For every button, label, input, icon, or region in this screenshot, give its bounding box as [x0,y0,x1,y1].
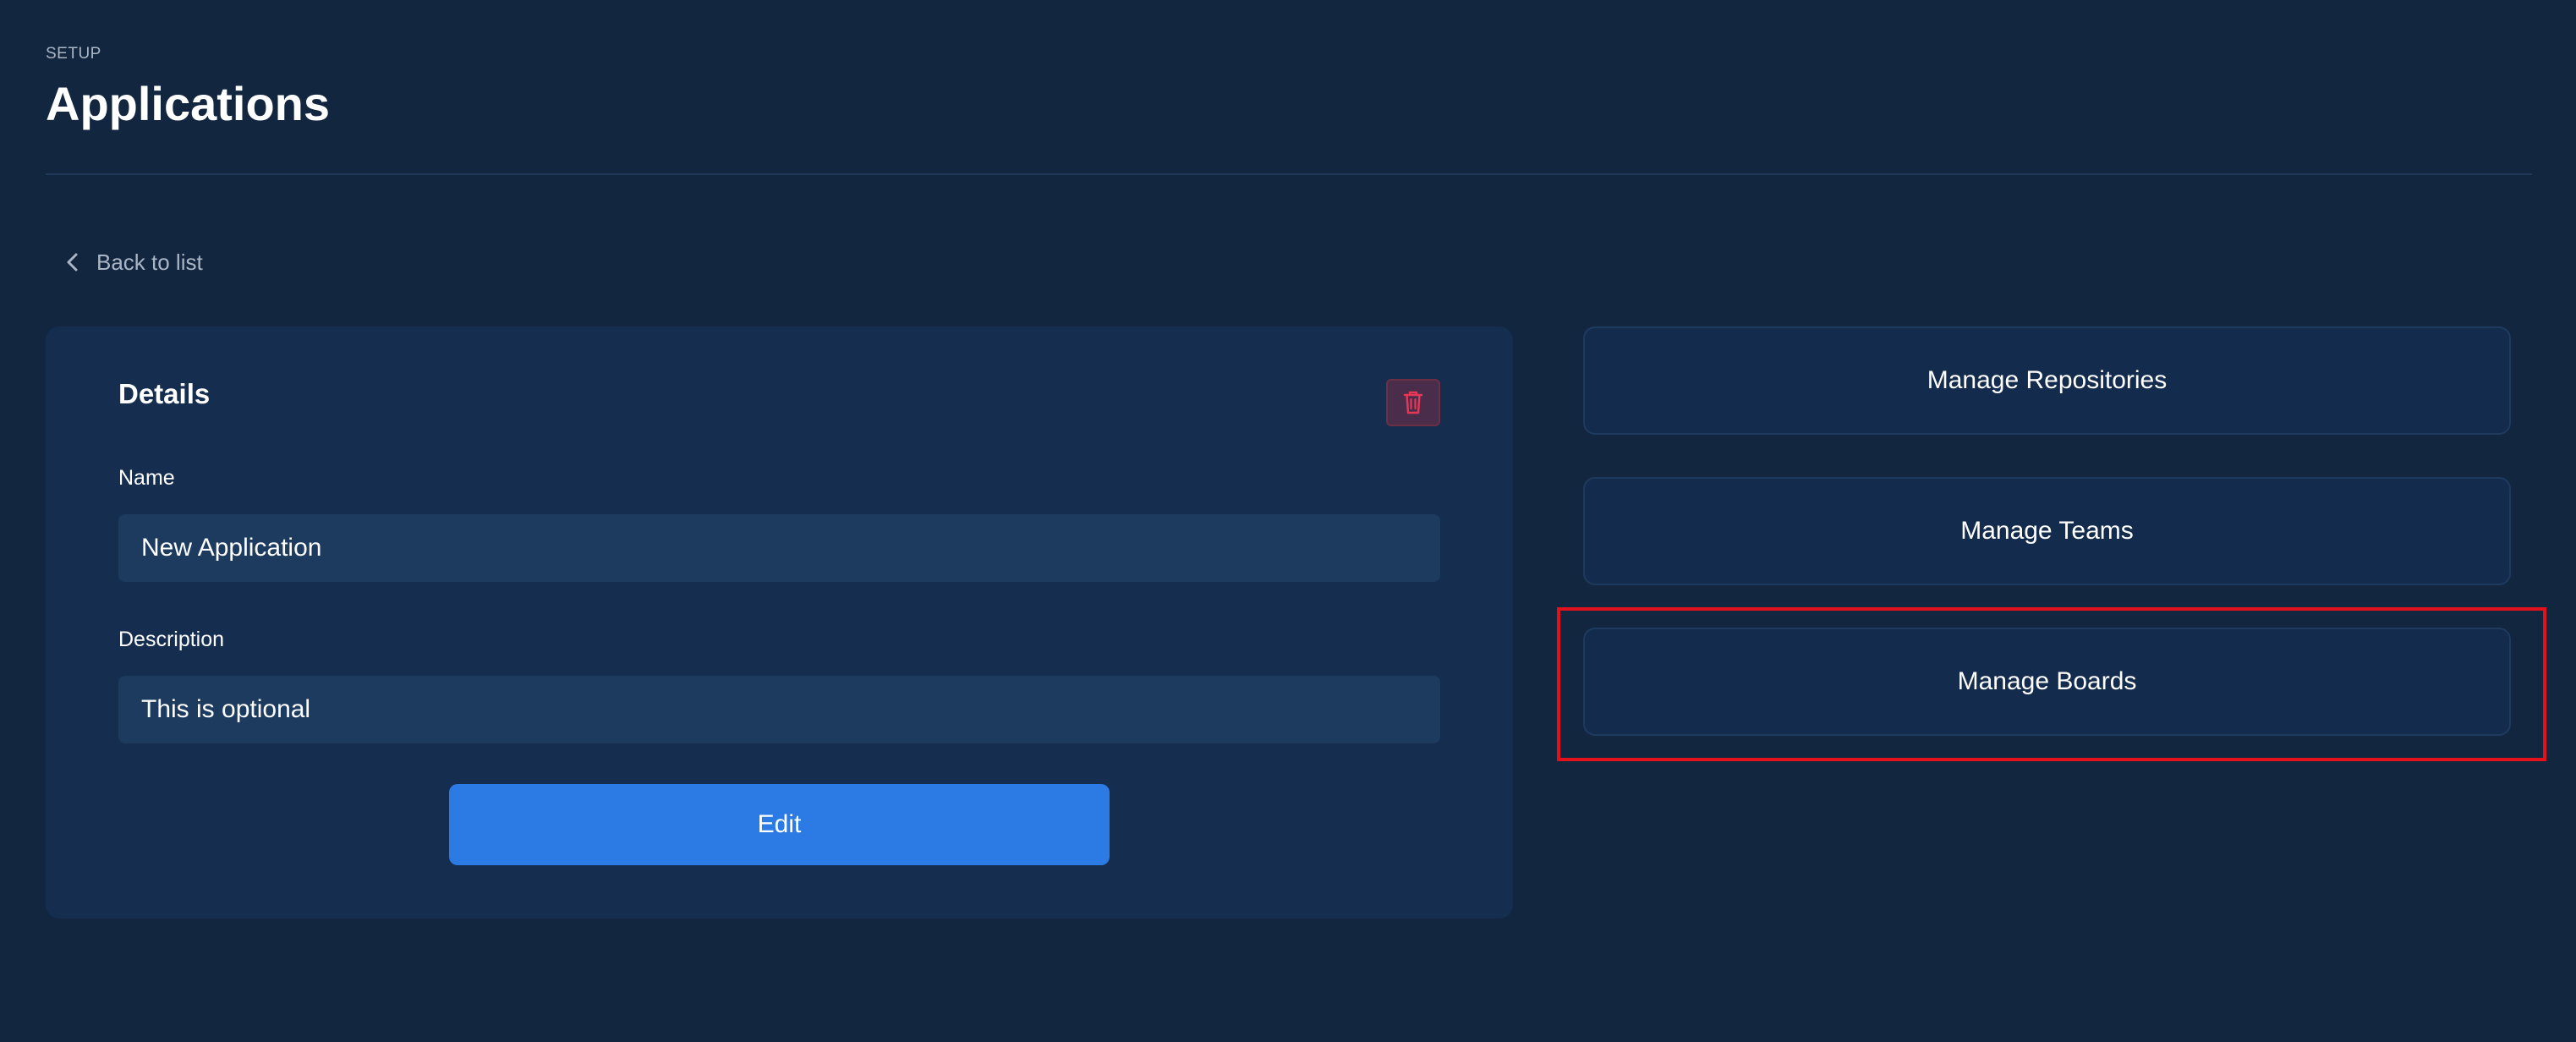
page-eyebrow: SETUP [46,45,101,63]
application-detail-page: SETUP Applications Back to list Details [0,0,2576,1042]
header-divider [46,173,2532,175]
back-to-list-link[interactable]: Back to list [64,245,203,279]
trash-icon [1402,390,1424,415]
delete-button[interactable] [1386,379,1440,426]
manage-boards-label: Manage Boards [1957,667,2137,695]
description-input[interactable] [118,676,1440,743]
manage-teams-label: Manage Teams [1960,517,2134,545]
details-title: Details [118,378,211,409]
manage-boards-button[interactable]: Manage Boards [1583,628,2511,736]
details-card: Details Name Description Edit [46,326,1513,919]
manage-repositories-label: Manage Repositories [1927,366,2168,394]
manage-teams-button[interactable]: Manage Teams [1583,477,2511,585]
page-title: Applications [46,77,331,130]
edit-button[interactable]: Edit [449,784,1110,865]
name-label: Name [118,466,175,490]
back-to-list-label: Back to list [96,249,203,275]
chevron-left-icon [64,252,81,272]
name-input[interactable] [118,514,1440,582]
manage-repositories-button[interactable]: Manage Repositories [1583,326,2511,435]
description-label: Description [118,628,225,651]
